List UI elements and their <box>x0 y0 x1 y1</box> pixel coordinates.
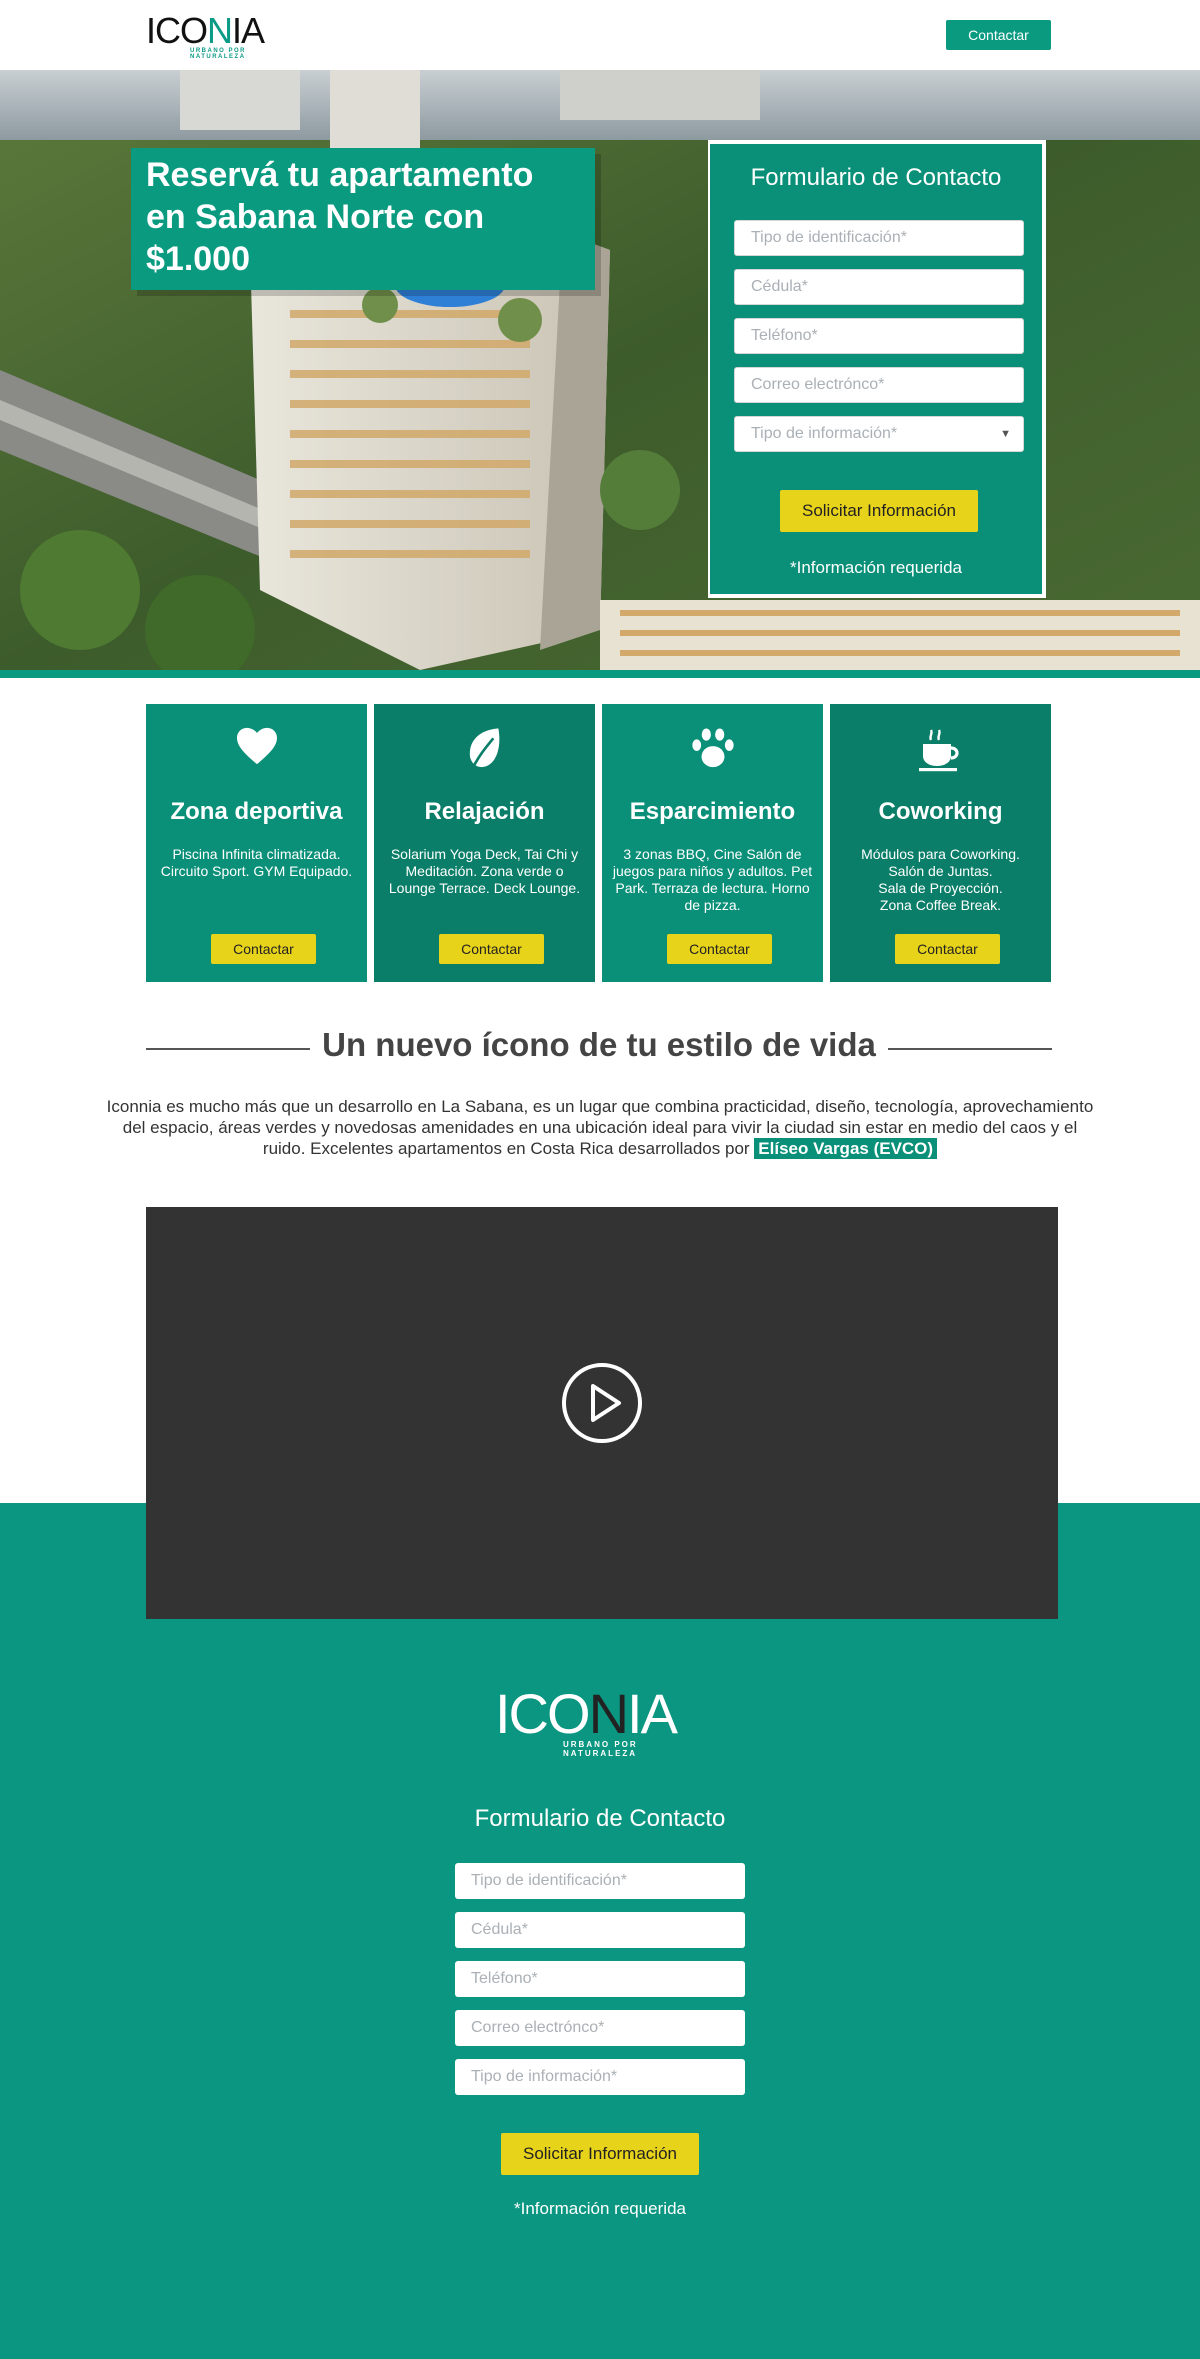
phone-field[interactable]: Teléfono* <box>734 318 1024 354</box>
header-contact-button[interactable]: Contactar <box>946 20 1051 50</box>
feature-title: Zona deportiva <box>170 798 343 825</box>
form-title: Formulario de Contacto <box>750 164 1002 191</box>
section-title: Un nuevo ícono de tu estilo de vida <box>146 1026 1052 1064</box>
coffee-icon <box>830 726 1051 776</box>
info-type-placeholder: Tipo de información* <box>751 425 898 442</box>
chevron-down-icon: ▼ <box>1000 428 1011 440</box>
footer-logo: ICONIA URBANO POR NATURALEZA <box>495 1682 707 1759</box>
logo-tagline: URBANO POR NATURALEZA <box>190 48 247 60</box>
feature-card-relax: Relajación Solarium Yoga Deck, Tai Chi y… <box>374 704 595 982</box>
play-icon[interactable] <box>561 1362 643 1444</box>
hero-contact-form: Formulario de Contacto Tipo de identific… <box>708 140 1046 598</box>
feature-card-coworking: Coworking Módulos para Coworking. Salón … <box>830 704 1051 982</box>
video-player[interactable] <box>146 1207 1058 1619</box>
footer-id-type-field[interactable]: Tipo de identificación* <box>455 1863 745 1899</box>
logo-wordmark: ICONIA <box>495 1682 678 1745</box>
heart-icon <box>146 726 367 776</box>
feature-description: Módulos para Coworking. Salón de Juntas.… <box>861 846 1020 913</box>
developer-highlight: Elíseo Vargas (EVCO) <box>754 1138 938 1159</box>
logo-tagline: URBANO POR NATURALEZA <box>563 1740 638 1758</box>
footer-phone-field[interactable]: Teléfono* <box>455 1961 745 1997</box>
hero-divider-band <box>0 670 1200 678</box>
landing-page: ICONIA URBANO POR NATURALEZA Contactar R… <box>0 0 1200 2359</box>
id-type-field[interactable]: Tipo de identificación* <box>734 220 1024 256</box>
submit-info-button[interactable]: Solicitar Información <box>780 490 978 532</box>
leaf-icon <box>374 726 595 776</box>
feature-description: 3 zonas BBQ, Cine Salón de juegos para n… <box>612 846 813 913</box>
feature-description: Solarium Yoga Deck, Tai Chi y Meditación… <box>388 846 581 896</box>
footer-cedula-field[interactable]: Cédula* <box>455 1912 745 1948</box>
footer-form-title: Formulario de Contacto <box>474 1805 726 1832</box>
logo[interactable]: ICONIA URBANO POR NATURALEZA <box>146 10 286 61</box>
info-type-select[interactable]: Tipo de información* ▼ <box>734 416 1024 452</box>
feature-description: Piscina Infinita climatizada. Circuito S… <box>160 846 353 879</box>
feature-title: Relajación <box>424 798 545 825</box>
footer-required-note: *Información requerida <box>514 2199 686 2218</box>
feature-title: Esparcimiento <box>629 798 796 825</box>
feature-card-sports: Zona deportiva Piscina Infinita climatiz… <box>146 704 367 982</box>
footer-submit-button[interactable]: Solicitar Información <box>501 2133 699 2175</box>
email-field[interactable]: Correo electrónco* <box>734 367 1024 403</box>
section-paragraph: Iconnia es mucho más que un desarrollo e… <box>106 1097 1094 1159</box>
logo-wordmark: ICONIA <box>146 10 265 51</box>
required-note: *Información requerida <box>790 558 962 577</box>
cedula-field[interactable]: Cédula* <box>734 269 1024 305</box>
feature-contact-button[interactable]: Contactar <box>667 934 772 964</box>
footer-email-field[interactable]: Correo electrónco* <box>455 2010 745 2046</box>
feature-card-leisure: Esparcimiento 3 zonas BBQ, Cine Salón de… <box>602 704 823 982</box>
feature-contact-button[interactable]: Contactar <box>895 934 1000 964</box>
paw-icon <box>602 726 823 776</box>
feature-title: Coworking <box>878 798 1003 825</box>
site-header: ICONIA URBANO POR NATURALEZA Contactar <box>0 0 1200 70</box>
hero-headline: Reservá tu apartamento en Sabana Norte c… <box>131 148 595 290</box>
footer-info-type-field[interactable]: Tipo de información* <box>455 2059 745 2095</box>
feature-contact-button[interactable]: Contactar <box>439 934 544 964</box>
feature-contact-button[interactable]: Contactar <box>211 934 316 964</box>
section-heading: Un nuevo ícono de tu estilo de vida <box>146 1022 1052 1074</box>
amenities-grid: Zona deportiva Piscina Infinita climatiz… <box>146 704 1052 982</box>
